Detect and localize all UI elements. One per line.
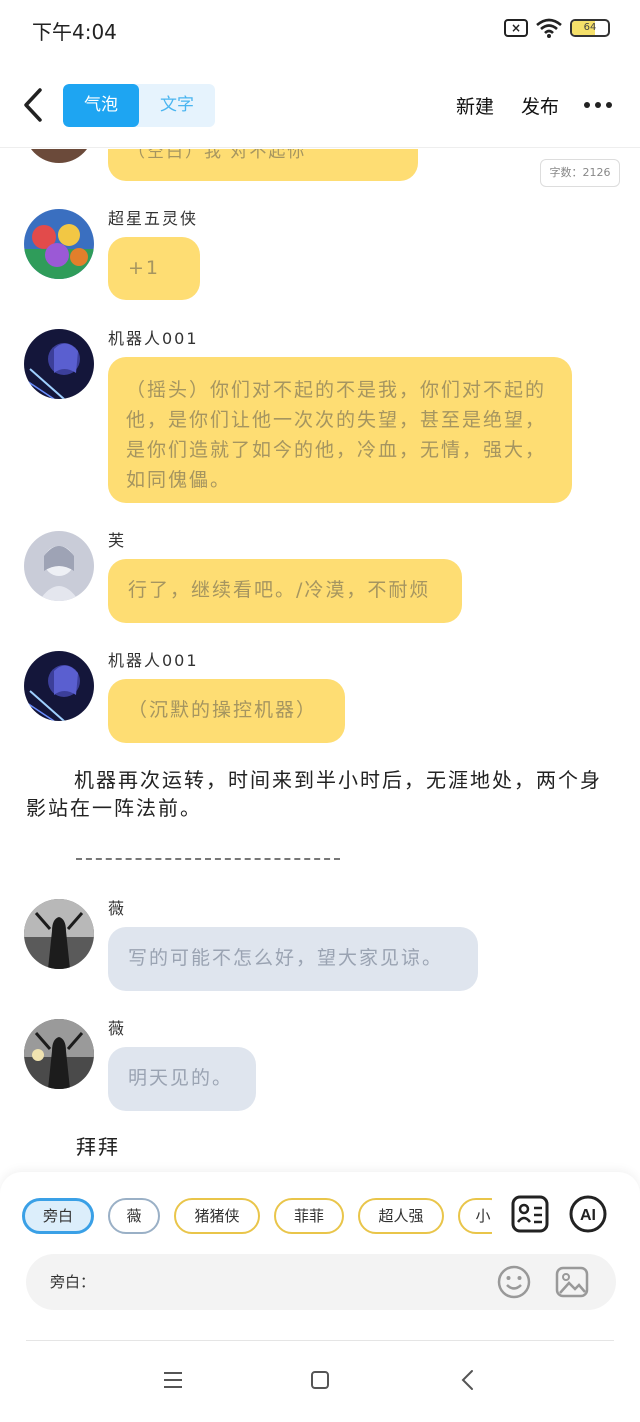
new-button[interactable]: 新建 [456,92,494,119]
avatar [24,149,94,163]
message-bubble[interactable]: （沉默的操控机器） [108,679,345,743]
sender-name: 薇 [108,1019,127,1038]
home-icon[interactable] [308,1368,332,1392]
tab-bubble[interactable]: 气泡 [63,84,139,127]
message-input[interactable]: 旁白： [26,1254,616,1310]
avatar[interactable] [24,329,94,399]
top-toolbar: 气泡 文字 新建 发布 [0,62,640,148]
publish-button[interactable]: 发布 [521,92,559,119]
sender-name: 机器人001 [108,329,199,348]
avatar[interactable] [24,1019,94,1089]
role-input-panel: 旁白 薇 猪猪侠 菲菲 超人强 小 AI 旁白： [0,1172,640,1340]
status-time: 下午4:04 [32,20,117,44]
message-bubble[interactable]: 明天见的。 [108,1047,256,1111]
role-chip-narrator[interactable]: 旁白 [22,1198,94,1234]
nav-divider [26,1340,614,1341]
role-chip[interactable]: 薇 [108,1198,160,1234]
role-chip[interactable]: 超人强 [358,1198,444,1234]
status-icons: × 64 [504,18,610,38]
back-arrow-icon[interactable] [18,86,48,124]
role-chip-list[interactable]: 旁白 薇 猪猪侠 菲菲 超人强 小 [22,1198,492,1236]
message-bubble[interactable]: 行了，继续看吧。/冷漠，不耐烦 [108,559,462,623]
no-sim-icon: × [504,19,528,37]
emoji-icon[interactable] [496,1264,532,1300]
back-nav-icon[interactable] [456,1368,480,1392]
image-icon[interactable] [554,1264,590,1300]
narration-text[interactable]: 机器再次运转，时间来到半小时后，无涯地处，两个身影站在一阵法前。 [26,766,616,822]
chat-area[interactable]: （空白）我 对不起你 字数：2126 超星五灵侠 +1 机器人001 （摇头）你… [0,149,640,1171]
more-icon[interactable] [584,102,612,108]
avatar[interactable] [24,209,94,279]
status-bar: 下午4:04 × 64 [0,0,640,60]
avatar[interactable] [24,531,94,601]
role-chip[interactable]: 小 [458,1198,492,1234]
input-role-label: 旁白： [50,1273,96,1291]
word-count-badge: 字数：2126 [540,159,620,187]
sender-name: 薇 [108,899,127,918]
tab-text[interactable]: 文字 [139,84,215,127]
role-card-icon[interactable] [510,1194,550,1234]
role-chip[interactable]: 猪猪侠 [174,1198,260,1234]
mode-toggle: 气泡 文字 [63,84,215,127]
avatar[interactable] [24,651,94,721]
message-bubble[interactable]: （摇头）你们对不起的不是我，你们对不起的他，是你们让他一次次的失望，甚至是绝望，… [108,357,572,503]
dashed-divider [76,858,340,860]
svg-text:AI: AI [580,1207,596,1224]
sender-name: 芙 [108,531,127,550]
narration-text[interactable]: 拜拜 [76,1133,640,1161]
wifi-icon [536,18,562,38]
role-chip[interactable]: 菲菲 [274,1198,344,1234]
sender-name: 超星五灵侠 [108,209,199,228]
battery-level: 64 [583,22,597,33]
message-bubble[interactable]: 写的可能不怎么好，望大家见谅。 [108,927,478,991]
ai-icon[interactable]: AI [568,1194,608,1234]
battery-icon: 64 [570,19,610,37]
message-bubble[interactable]: （空白）我 对不起你 [108,149,418,181]
system-nav-bar [0,1340,640,1422]
message-bubble[interactable]: +1 [108,237,200,300]
sender-name: 机器人001 [108,651,199,670]
avatar[interactable] [24,899,94,969]
menu-icon[interactable] [161,1368,185,1392]
